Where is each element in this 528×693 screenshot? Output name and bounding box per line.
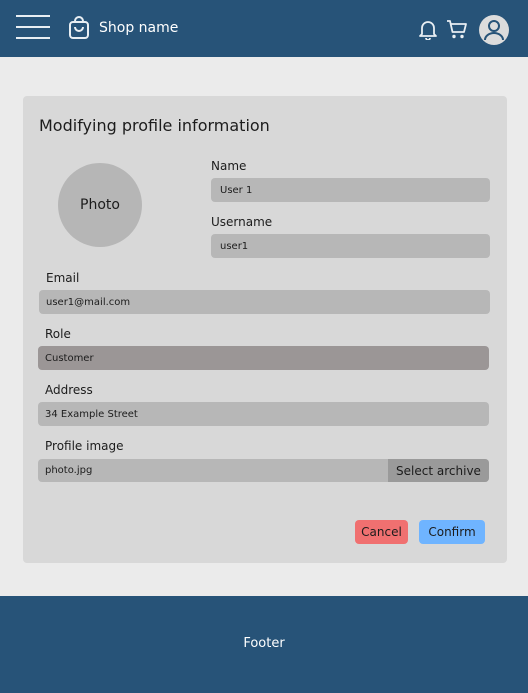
name-field[interactable]: User 1 (211, 178, 490, 202)
confirm-button[interactable]: Confirm (419, 520, 485, 544)
top-header: Shop name (0, 0, 528, 57)
email-label: Email (46, 271, 80, 285)
email-field[interactable]: user1@mail.com (39, 290, 490, 314)
file-name: photo.jpg (45, 465, 93, 476)
photo-label: Photo (80, 197, 120, 213)
menu-icon[interactable] (16, 15, 50, 40)
footer-text: Footer (243, 636, 285, 651)
username-label: Username (211, 215, 273, 229)
user-avatar-icon[interactable] (479, 15, 509, 45)
role-select[interactable]: Customer (38, 346, 489, 370)
name-label: Name (211, 159, 247, 173)
profile-photo[interactable]: Photo (58, 163, 142, 247)
username-field[interactable]: user1 (211, 234, 490, 258)
shopping-bag-icon[interactable] (68, 16, 90, 40)
address-label: Address (45, 383, 93, 397)
cancel-button[interactable]: Cancel (355, 520, 408, 544)
profile-image-field[interactable]: photo.jpg Select archive (38, 459, 489, 482)
form-title: Modifying profile information (39, 116, 270, 135)
role-label: Role (45, 327, 71, 341)
profile-image-label: Profile image (45, 439, 124, 453)
select-archive-button[interactable]: Select archive (388, 459, 489, 482)
shop-name[interactable]: Shop name (99, 20, 178, 36)
bell-icon[interactable] (418, 19, 438, 40)
address-field[interactable]: 34 Example Street (38, 402, 489, 426)
cart-icon[interactable] (446, 19, 468, 40)
